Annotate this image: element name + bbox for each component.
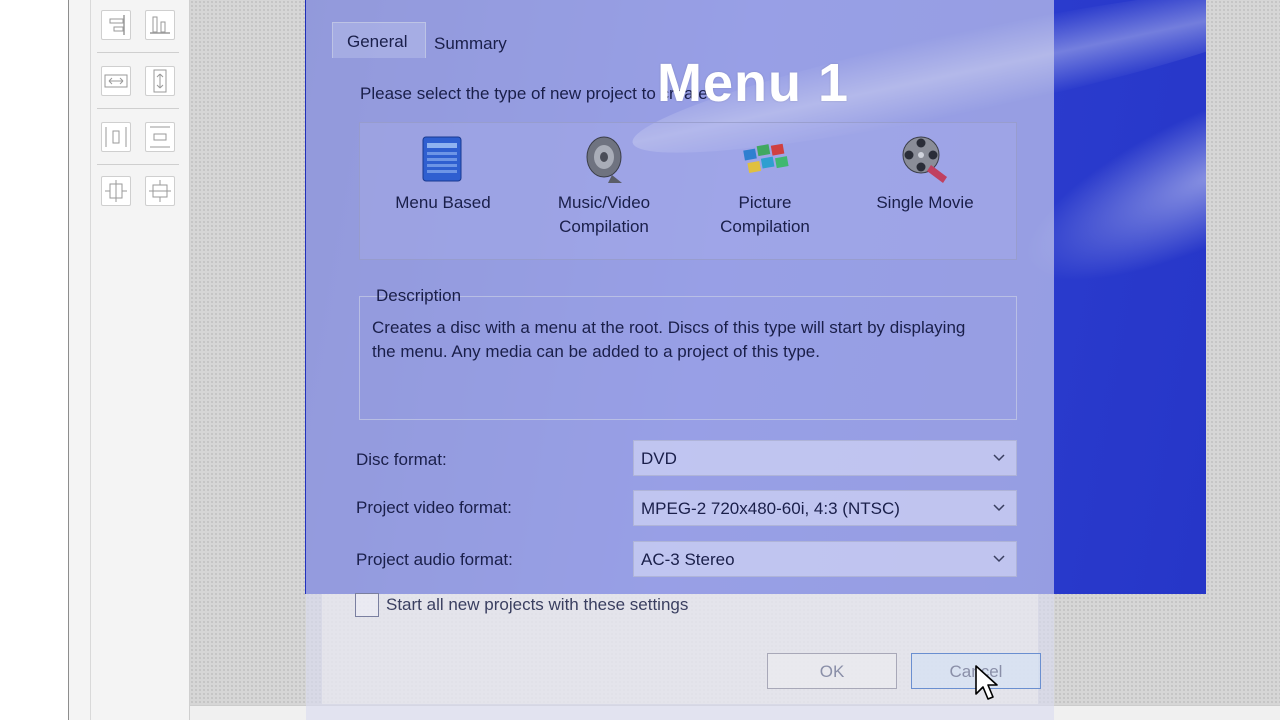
center-vertical-button[interactable] bbox=[145, 176, 175, 206]
disc-format-label: Disc format: bbox=[356, 450, 447, 469]
align-right-icon bbox=[109, 15, 125, 35]
same-width-button[interactable] bbox=[101, 66, 131, 96]
menu-title[interactable]: Menu 1 bbox=[657, 52, 849, 114]
toolbar-separator bbox=[97, 108, 179, 109]
disc-format-value: DVD bbox=[641, 449, 677, 468]
checkbox-box[interactable] bbox=[355, 593, 379, 617]
mouse-cursor-icon bbox=[975, 665, 998, 700]
ok-button[interactable]: OK bbox=[767, 653, 897, 689]
space-horizontal-icon bbox=[105, 127, 127, 147]
center-horizontal-icon bbox=[105, 180, 127, 202]
audio-format-select[interactable]: AC-3 Stereo bbox=[633, 541, 1017, 577]
description-title: Description bbox=[376, 286, 462, 305]
tab-general[interactable]: General bbox=[332, 22, 426, 58]
chevron-down-icon bbox=[993, 555, 1005, 563]
chevron-down-icon bbox=[993, 454, 1005, 462]
audio-format-value: AC-3 Stereo bbox=[641, 550, 735, 569]
project-type-single-movie[interactable]: Single Movie bbox=[845, 131, 1005, 215]
alignment-toolbar bbox=[69, 0, 190, 720]
remember-settings-label: Start all new projects with these settin… bbox=[386, 595, 689, 614]
same-width-icon bbox=[104, 74, 128, 88]
video-format-label: Project video format: bbox=[356, 498, 512, 517]
project-type-label: Music/Video bbox=[557, 193, 651, 212]
project-type-label: Single Movie bbox=[876, 193, 974, 212]
tab-summary[interactable]: Summary bbox=[434, 34, 507, 54]
toolbar-divider bbox=[90, 0, 91, 720]
menu-based-icon bbox=[422, 136, 462, 182]
film-reel-icon bbox=[902, 136, 947, 183]
audio-format-label: Project audio format: bbox=[356, 550, 513, 569]
same-height-icon bbox=[153, 69, 167, 93]
toolbar-separator bbox=[97, 52, 179, 53]
center-vertical-icon bbox=[149, 180, 171, 202]
project-type-label-line2: Compilation bbox=[720, 217, 810, 236]
project-type-label: Picture bbox=[738, 193, 792, 212]
video-format-select[interactable]: MPEG-2 720x480-60i, 4:3 (NTSC) bbox=[633, 490, 1017, 526]
align-bottom-icon bbox=[150, 16, 170, 34]
video-format-value: MPEG-2 720x480-60i, 4:3 (NTSC) bbox=[641, 499, 900, 518]
project-type-list: Menu Based Music/Video Compilation Pictu… bbox=[359, 122, 1017, 260]
align-bottom-button[interactable] bbox=[145, 10, 175, 40]
align-right-button[interactable] bbox=[101, 10, 131, 40]
disc-format-select[interactable]: DVD bbox=[633, 440, 1017, 476]
project-type-label-line2: Compilation bbox=[559, 217, 649, 236]
chevron-down-icon bbox=[993, 504, 1005, 512]
space-vertical-icon bbox=[150, 126, 170, 148]
project-type-label: Menu Based bbox=[395, 193, 491, 212]
project-type-menu-based[interactable]: Menu Based bbox=[363, 131, 523, 215]
project-type-picture[interactable]: Picture Compilation bbox=[685, 131, 845, 239]
left-panel bbox=[0, 0, 68, 720]
space-vertical-button[interactable] bbox=[145, 122, 175, 152]
toolbar-separator bbox=[97, 164, 179, 165]
center-horizontal-button[interactable] bbox=[101, 176, 131, 206]
description-text: Creates a disc with a menu at the root. … bbox=[372, 318, 966, 361]
space-horizontal-button[interactable] bbox=[101, 122, 131, 152]
speaker-icon bbox=[586, 136, 622, 183]
same-height-button[interactable] bbox=[145, 66, 175, 96]
project-type-music-video[interactable]: Music/Video Compilation bbox=[524, 131, 684, 239]
picture-grid-icon bbox=[743, 143, 789, 173]
